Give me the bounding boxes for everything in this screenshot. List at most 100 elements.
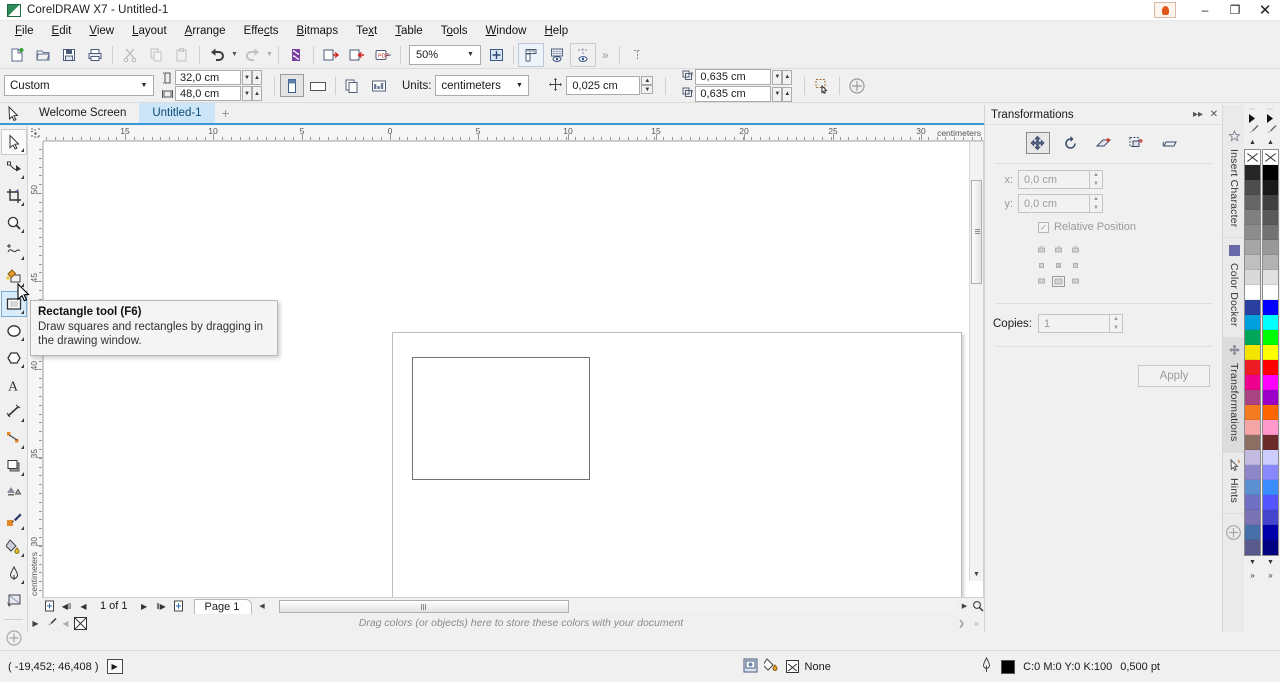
palette-swatch[interactable] xyxy=(1245,255,1260,270)
outline-pen-icon[interactable] xyxy=(980,656,993,676)
scale-mirror-mode-button[interactable] xyxy=(1092,132,1116,154)
palette-swatch[interactable] xyxy=(1263,390,1278,405)
vertical-ruler[interactable]: 50 45 40 35 30 centimeters xyxy=(28,141,43,598)
palette-swatch[interactable] xyxy=(1245,330,1260,345)
palette-swatch[interactable] xyxy=(1263,315,1278,330)
anchor-bottom-right[interactable] xyxy=(1067,273,1084,289)
chevron-down-icon[interactable]: ▼ xyxy=(511,76,527,95)
docker-close-icon[interactable]: ✕ xyxy=(1206,109,1222,120)
relative-position-checkbox[interactable]: ✓ xyxy=(1038,221,1049,233)
palette-swatch[interactable] xyxy=(1263,345,1278,360)
tab-untitled-1[interactable]: Untitled-1 xyxy=(139,103,215,123)
palette-swatch[interactable] xyxy=(1263,195,1278,210)
size-mode-button[interactable] xyxy=(1125,132,1149,154)
fill-tool[interactable] xyxy=(1,588,27,614)
menu-file[interactable]: FFileile xyxy=(6,23,43,39)
palette-swatch[interactable] xyxy=(1245,285,1260,300)
palette-swatch[interactable] xyxy=(1245,315,1260,330)
scroll-left-icon[interactable]: ◀ xyxy=(255,600,268,613)
flyout-arrow-icon[interactable] xyxy=(20,148,24,152)
palette-swatch[interactable] xyxy=(1245,240,1260,255)
page-height-value[interactable]: 48,0 cm xyxy=(175,86,241,101)
spinner-up-icon[interactable]: ▲ xyxy=(252,86,262,101)
rotate-mode-button[interactable] xyxy=(1059,132,1083,154)
eyedropper-icon[interactable] xyxy=(43,615,58,631)
flyout-arrow-icon[interactable] xyxy=(20,526,24,530)
palette-swatch[interactable] xyxy=(1263,210,1278,225)
palette-swatch[interactable] xyxy=(1245,480,1260,495)
menu-table[interactable]: Table xyxy=(386,23,432,39)
scrollbar-thumb[interactable] xyxy=(971,180,982,284)
export-to-pdf-icon[interactable]: PDF xyxy=(370,43,396,67)
open-document-icon[interactable] xyxy=(30,43,56,67)
anchor-bottom-center[interactable] xyxy=(1050,273,1067,289)
palette-scroll-up-icon[interactable]: ▲ xyxy=(1244,136,1261,149)
show-grid-icon[interactable] xyxy=(544,43,570,67)
copies-spinner[interactable]: ▲ ▼ xyxy=(1110,314,1123,333)
palette-swatch[interactable] xyxy=(1263,255,1278,270)
undo-dropdown-icon[interactable]: ▼ xyxy=(230,43,239,67)
menu-view[interactable]: View xyxy=(80,23,123,39)
straight-line-connector-tool[interactable] xyxy=(1,426,27,452)
palette-swatch[interactable] xyxy=(1245,210,1260,225)
horizontal-ruler[interactable]: 15 10 5 0 5 10 15 20 25 30 centimeters xyxy=(28,126,984,141)
flyout-arrow-icon[interactable] xyxy=(20,472,24,476)
spinner-down-icon[interactable]: ▼ xyxy=(772,69,783,85)
text-tool[interactable]: A xyxy=(1,372,27,398)
anchor-middle-right[interactable] xyxy=(1067,257,1084,273)
ruler-origin-button[interactable] xyxy=(28,126,43,141)
menu-text[interactable]: Text xyxy=(347,23,386,39)
menu-edit[interactable]: Edit xyxy=(43,23,81,39)
minimize-button[interactable]: – xyxy=(1190,0,1220,21)
anchor-top-left[interactable] xyxy=(1033,241,1050,257)
fill-color-icon[interactable] xyxy=(761,657,780,676)
palette-scroll-down-icon[interactable]: ▼ xyxy=(1262,556,1279,569)
quick-customize-button[interactable] xyxy=(1,625,27,651)
spinner-down-icon[interactable]: ▼ xyxy=(242,70,252,85)
spinner-up-icon[interactable]: ▲ xyxy=(782,69,793,85)
snapshot-icon[interactable] xyxy=(743,658,758,676)
no-color-swatch[interactable] xyxy=(73,615,88,631)
rail-tab-hints[interactable]: Hints xyxy=(1223,453,1245,514)
y-position-spinner[interactable]: ▲ ▼ xyxy=(1090,194,1103,213)
palette-swatch[interactable] xyxy=(1263,525,1278,540)
drop-shadow-tool[interactable] xyxy=(1,453,27,479)
all-pages-button[interactable] xyxy=(341,74,365,97)
outline-color-swatch[interactable] xyxy=(1001,659,1016,674)
palette-swatch[interactable] xyxy=(1263,465,1278,480)
previous-page-icon[interactable]: ◀ xyxy=(75,598,92,614)
palette-swatch[interactable] xyxy=(1245,510,1260,525)
anchor-bottom-left[interactable] xyxy=(1033,273,1050,289)
palette-swatch[interactable] xyxy=(1263,435,1278,450)
flyout-arrow-icon[interactable] xyxy=(20,229,24,233)
palette-swatch[interactable] xyxy=(1263,240,1278,255)
shape-tool[interactable] xyxy=(1,156,27,182)
palette-swatch[interactable] xyxy=(1245,180,1260,195)
palette-swatch[interactable] xyxy=(1245,495,1260,510)
rail-tab-insert-character[interactable]: Insert Character xyxy=(1223,124,1245,239)
flyout-arrow-icon[interactable] xyxy=(20,364,24,368)
first-page-icon[interactable]: ◀‖ xyxy=(58,598,75,614)
palette-swatch[interactable] xyxy=(1263,360,1278,375)
palette-swatch[interactable] xyxy=(1263,540,1278,555)
current-page-button[interactable] xyxy=(367,74,391,97)
palette-swatch[interactable] xyxy=(1245,360,1260,375)
add-page-before-icon[interactable] xyxy=(41,598,58,614)
tab-welcome-screen[interactable]: Welcome Screen xyxy=(26,103,139,123)
spinner-down-icon[interactable]: ▼ xyxy=(242,86,252,101)
palette-expand-icon[interactable]: » xyxy=(1262,569,1279,582)
show-rulers-icon[interactable] xyxy=(518,42,544,67)
palette-swatch[interactable] xyxy=(1245,465,1260,480)
add-docker-button[interactable] xyxy=(1223,514,1244,551)
close-button[interactable]: ✕ xyxy=(1250,0,1280,21)
anchor-top-center[interactable] xyxy=(1050,241,1067,257)
palette-swatch[interactable] xyxy=(1245,390,1260,405)
x-position-input[interactable]: 0,0 cm xyxy=(1018,170,1090,189)
polygon-tool[interactable] xyxy=(1,345,27,371)
nudge-spinner[interactable]: ▲ ▼ xyxy=(641,76,654,95)
skew-mode-button[interactable] xyxy=(1158,132,1182,154)
last-page-icon[interactable]: ‖▶ xyxy=(153,598,170,614)
save-document-icon[interactable] xyxy=(56,43,82,67)
zoom-tool[interactable] xyxy=(1,210,27,236)
palette-swatch[interactable] xyxy=(1263,420,1278,435)
